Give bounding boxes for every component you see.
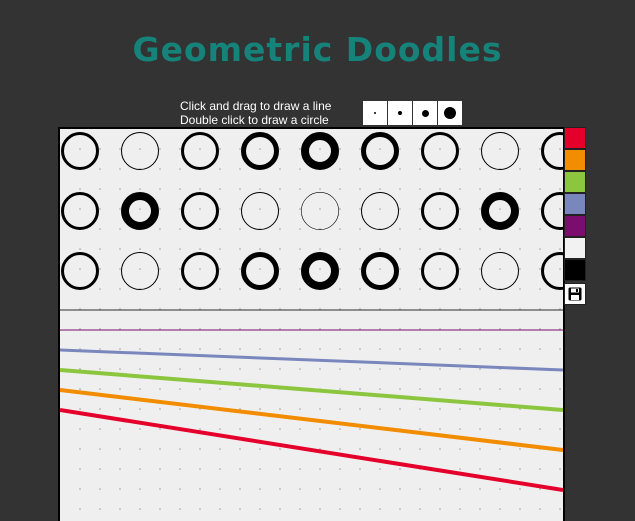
doodle-circle <box>241 252 279 290</box>
doodle-circle <box>121 132 159 170</box>
doodle-circle <box>481 132 519 170</box>
doodle-circle <box>241 192 279 230</box>
brush-size-3-button[interactable] <box>412 100 438 126</box>
save-button[interactable] <box>564 283 586 305</box>
brush-size-1-button[interactable] <box>362 100 388 126</box>
doodle-circle <box>541 132 563 170</box>
instruction-line-circle: Double click to draw a circle <box>180 113 329 127</box>
instruction-line-drag: Click and drag to draw a line <box>180 99 332 113</box>
color-swatch-orange[interactable] <box>564 149 586 171</box>
doodle-line-green <box>60 368 563 412</box>
brush-size-2-button[interactable] <box>387 100 413 126</box>
color-swatch-red[interactable] <box>564 127 586 149</box>
doodle-circle <box>181 132 219 170</box>
doodle-circle <box>301 252 339 290</box>
doodle-circle <box>541 252 563 290</box>
doodle-circle <box>61 132 99 170</box>
doodle-circle <box>541 192 563 230</box>
doodle-circle <box>61 252 99 290</box>
doodle-circle <box>421 252 459 290</box>
floppy-disk-icon <box>568 287 582 301</box>
page-title: Geometric Doodles <box>132 30 503 69</box>
doodle-circle <box>121 252 159 290</box>
doodle-circle <box>421 132 459 170</box>
doodle-circle <box>181 252 219 290</box>
doodle-line-blue <box>60 348 563 372</box>
doodle-circle <box>421 192 459 230</box>
doodle-circle <box>121 192 159 230</box>
doodle-circle <box>361 252 399 290</box>
brush-size-4-button[interactable] <box>437 100 463 126</box>
doodle-circle <box>61 192 99 230</box>
doodle-circle <box>361 192 399 230</box>
instructions: Click and drag to draw a line Double cli… <box>180 99 331 127</box>
color-swatch-white[interactable] <box>564 237 586 259</box>
color-swatch-purple[interactable] <box>564 215 586 237</box>
doodle-circle <box>481 192 519 230</box>
doodle-circle <box>361 132 399 170</box>
color-palette <box>564 127 586 305</box>
doodle-circle <box>481 252 519 290</box>
doodle-circle <box>181 192 219 230</box>
canvas-drawing <box>60 132 563 510</box>
color-swatch-green[interactable] <box>564 171 586 193</box>
brush-size-selector <box>362 100 463 126</box>
doodle-circle <box>241 132 279 170</box>
doodle-circle <box>301 191 340 231</box>
color-swatch-blue[interactable] <box>564 193 586 215</box>
color-swatch-black[interactable] <box>564 259 586 281</box>
drawing-canvas[interactable] <box>58 127 565 521</box>
doodle-circle <box>301 132 339 170</box>
